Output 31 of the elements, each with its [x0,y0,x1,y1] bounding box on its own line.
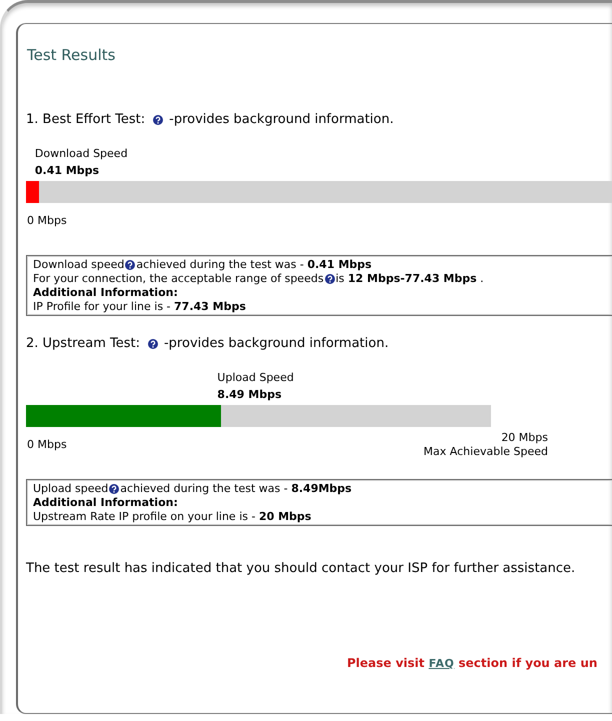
info-text: achieved during the test was - 8.49Mbps [120,482,352,496]
faq-notice: Please visit FAQ section if you are un [347,655,598,672]
info-heading: Additional Information: [33,496,178,510]
result-message: The test result has indicated that you should contact your ISP for further assistance. [26,561,576,577]
test-title: 2. Upstream Test: [26,336,140,352]
help-icon[interactable] [148,339,158,349]
speed-label: Upload Speed [217,371,294,385]
help-icon[interactable] [153,115,164,125]
help-icon[interactable] [109,484,120,494]
faq-link[interactable]: FAQ [428,657,454,670]
speed-label: Download Speed [34,147,128,161]
help-hint-text: -provides background information. [164,336,389,352]
scale-max-label: 20 Mbps [501,431,548,445]
help-icon[interactable] [324,274,335,284]
speed-reading: 0.41 Mbps [34,164,100,178]
info-heading: Additional Information: [33,286,178,300]
info-text: Upstream Rate IP profile on your line is - 20 Mbps [33,510,312,524]
help-hint-text: -provides background information. [169,112,394,128]
info-text: is 12 Mbps-77.43 Mbps . [336,272,484,286]
help-icon[interactable] [125,260,136,270]
speed-reading: 8.49 Mbps [217,388,282,402]
scale-min-label: 0 Mbps [27,438,67,452]
info-text: Download speed [33,258,124,272]
info-text: achieved during the test was - 0.41 Mbps [136,258,372,272]
info-text: Upload speed [33,482,108,496]
info-text: IP Profile for your line is - 77.43 Mbps [33,300,246,314]
scale-min-label: 0 Mbps [27,214,67,228]
info-text: For your connection, the acceptable range of speeds [33,272,324,286]
scale-max-caption: Max Achievable Speed [424,445,548,459]
test-title: 1. Best Effort Test: [26,112,146,128]
panel-title: Test Results [27,46,116,64]
